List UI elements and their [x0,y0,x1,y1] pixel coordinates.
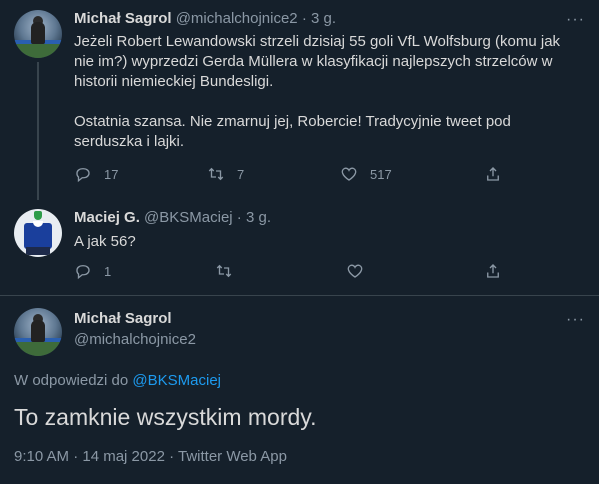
like-button[interactable]: 517 [340,165,392,183]
reply-context: W odpowiedzi do @BKSMaciej [14,372,221,389]
retweet-count: 7 [237,166,245,182]
reply-icon [76,265,90,280]
avatar[interactable] [14,209,62,257]
retweet-icon [216,264,232,278]
separator: · [301,10,307,27]
separator: · [236,209,242,226]
reply-mention-link[interactable]: @BKSMaciej [132,372,221,389]
retweet-button[interactable] [215,262,233,280]
like-count: 517 [370,166,392,182]
tweet-text: A jak 56? [74,233,136,250]
reply-button[interactable]: 1 [74,262,111,280]
more-icon[interactable]: ··· [566,312,585,328]
author-name[interactable]: Michał Sagrol [74,310,172,327]
timestamp[interactable]: 3 g. [311,10,336,27]
like-button[interactable] [346,262,364,280]
reply-count: 17 [104,166,119,182]
tweet-header: Michał Sagrol @michalchojnice2 · 3 g. [74,10,336,27]
author-handle-row: @michalchojnice2 [74,331,196,348]
author-name[interactable]: Michał Sagrol [74,10,172,27]
timestamp[interactable]: 3 g. [246,209,271,226]
reply-prefix: W odpowiedzi do [14,372,129,389]
tweet-text: To zamknie wszystkim mordy. [14,404,317,430]
tweet-header: Maciej G. @BKSMaciej · 3 g. [74,209,271,226]
author-name-row: Michał Sagrol [74,310,172,327]
more-icon[interactable]: ··· [566,12,585,28]
avatar[interactable] [14,10,62,58]
reply-button[interactable]: 17 [74,165,118,183]
tweet-meta[interactable]: 9:10 AM · 14 maj 2022 · Twitter Web App [14,448,287,465]
like-icon [347,264,363,278]
author-handle[interactable]: @michalchojnice2 [74,331,196,348]
tweet-1[interactable]: Michał Sagrol @michalchojnice2 · 3 g. ··… [0,0,599,200]
reply-count: 1 [104,263,112,279]
author-handle[interactable]: @michalchojnice2 [176,10,298,27]
author-handle[interactable]: @BKSMaciej [144,209,233,226]
avatar[interactable] [14,308,62,356]
share-button[interactable] [484,165,502,183]
thread-line [37,62,39,200]
share-icon [487,167,499,181]
retweet-button[interactable]: 7 [207,165,244,183]
reply-icon [76,168,90,183]
like-icon [341,167,357,181]
tweet-actions: 1 [74,262,579,282]
author-name[interactable]: Maciej G. [74,209,140,226]
main-tweet: Michał Sagrol @michalchojnice2 ··· W odp… [0,296,599,484]
tweet-text: Jeżeli Robert Lewandowski strzeli dzisia… [74,33,561,150]
tweet-2[interactable]: Maciej G. @BKSMaciej · 3 g. A jak 56? 1 [0,200,599,296]
tweet-actions: 17 7 517 [74,165,579,185]
retweet-icon [208,167,224,181]
share-button[interactable] [484,262,502,280]
share-icon [487,264,499,278]
